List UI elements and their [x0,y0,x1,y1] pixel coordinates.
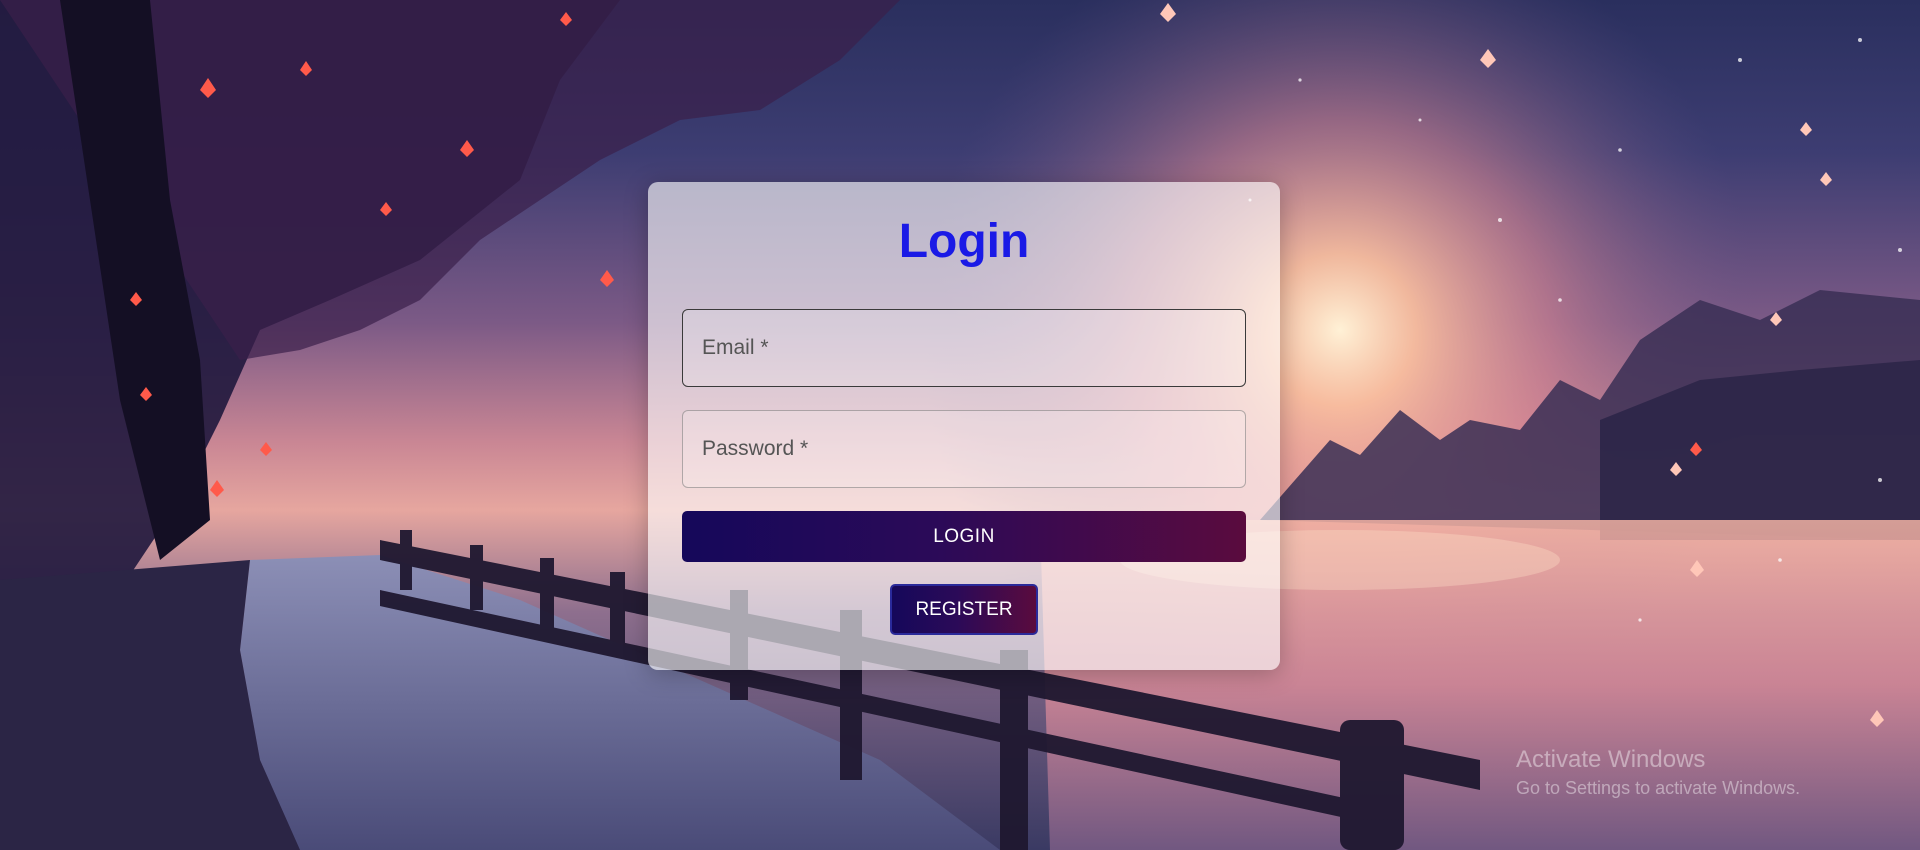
login-card: Login LOGIN REGISTER [648,182,1280,670]
email-field-container [682,309,1246,387]
email-input[interactable] [683,310,1245,386]
login-title: Login [898,215,1030,268]
windows-activation-watermark: Activate Windows Go to Settings to activ… [1516,746,1800,799]
watermark-subtitle: Go to Settings to activate Windows. [1516,778,1801,798]
password-field-container [682,410,1246,488]
login-button[interactable]: LOGIN [682,511,1246,562]
password-input[interactable] [683,411,1245,487]
register-button[interactable]: REGISTER [890,584,1038,635]
watermark-title: Activate Windows [1516,746,1706,773]
